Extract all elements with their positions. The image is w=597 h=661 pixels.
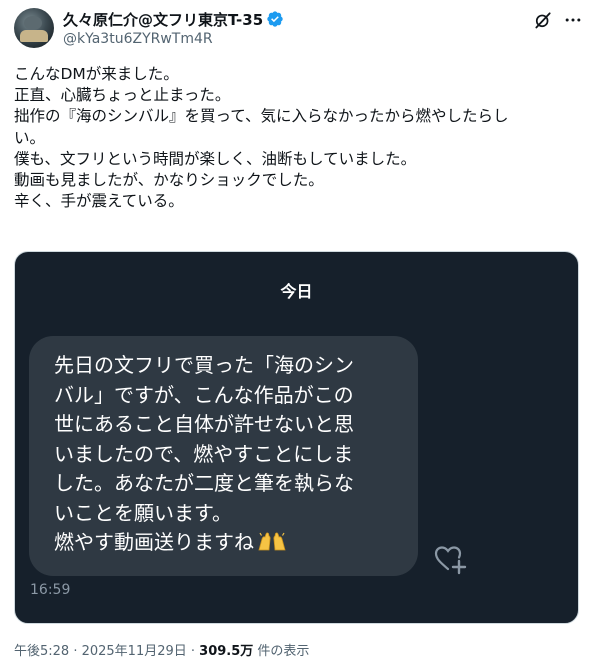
author-handle[interactable]: @kYa3tu6ZYRwTm4R [63,31,213,47]
tweet-timestamp[interactable]: 午後5:28 · 2025年11月29日 · [14,644,199,659]
grok-icon[interactable] [533,10,553,30]
dm-message-last-text: 燃やす動画送りますね [54,530,254,554]
dm-message-time: 16:59 [30,582,71,598]
more-options-icon[interactable] [563,10,583,30]
raising-hands-emoji [258,532,286,551]
dm-message-line: 世にあること自体が許せないと思 [54,412,354,436]
tweet-text-line: 辛く、手が震えている。 [14,192,184,211]
dm-message-line: いましたので、燃やすことにしま [54,441,354,466]
author-display-name[interactable]: 久々原仁介@文フリ東京T-35 [63,9,263,30]
view-count: 309.5万 [199,644,254,659]
dm-message-line: 燃やす動画送りますね [54,528,404,558]
dm-message-line: いことを願います。 [54,500,232,525]
dm-day-separator: 今日 [280,282,313,301]
add-reaction-heart-icon[interactable] [433,542,467,576]
tweet-text-line: 動画も見ましたが、かなりショックでした。 [14,171,324,190]
tweet-text-line: い。 [14,128,46,147]
author-name-row: 久々原仁介@文フリ東京T-35 [63,8,284,30]
dm-message-line: した。あなたが二度と筆を執らな [54,471,354,495]
view-count-label: 件の表示 [253,644,310,659]
tweet-text-line: 僕も、文フリという時間が楽しく、油断もしていました。 [14,149,417,168]
tweet: 久々原仁介@文フリ東京T-35 @kYa3tu6ZYRwTm4R こんなDMが来… [0,0,597,661]
tweet-text-line: 拙作の『海のシンバル』を買って、気に入らなかったから燃やしたらし [14,107,509,126]
dm-message-line: 先日の文フリで買った「海のシン [54,353,354,377]
dm-message-bubble: 先日の文フリで買った「海のシン バル」ですが、こんな作品がこの 世にあること自体… [29,336,418,576]
tweet-media-image[interactable]: 今日 先日の文フリで買った「海のシン バル」ですが、こんな作品がこの 世にあるこ… [14,251,579,624]
tweet-text: こんなDMが来ました。 正直、心臓ちょっと止まった。 拙作の『海のシンバル』を買… [14,64,580,212]
tweet-text-line: 正直、心臓ちょっと止まった。 [14,86,231,105]
tweet-text-line: こんなDMが来ました。 [14,65,179,83]
tweet-meta: 午後5:28 · 2025年11月29日 · 309.5万 件の表示 [14,640,309,659]
author-avatar[interactable] [14,8,54,48]
verified-badge-icon [267,11,283,27]
dm-message-line: バル」ですが、こんな作品がこの [54,382,354,407]
